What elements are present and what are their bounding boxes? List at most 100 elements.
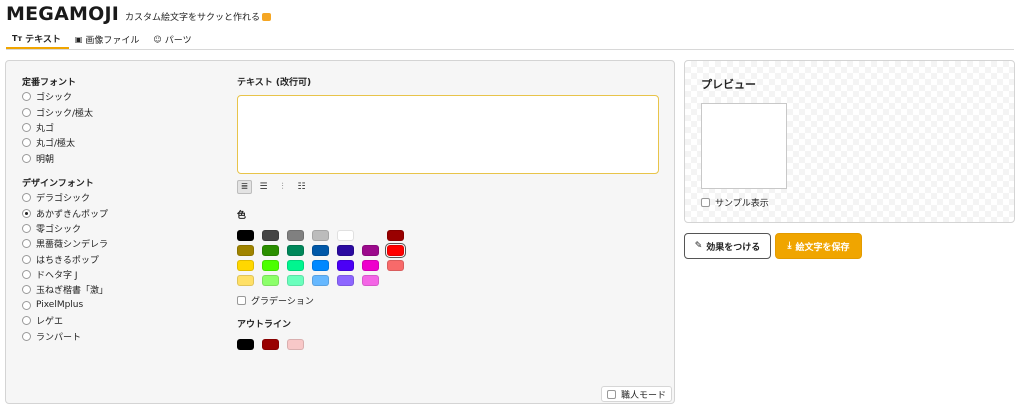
settings-panel: 定番フォント ゴシック ゴシック/極太 丸ゴ 丸ゴ/極太 明朝 デザインフォント デラゴ… bbox=[5, 60, 675, 404]
font-option-label: ランパート bbox=[36, 332, 82, 343]
tab-image-file[interactable]: ▣ 画像ファイル bbox=[69, 30, 148, 49]
font-option-label: 玉ねぎ楷書「激」 bbox=[36, 286, 109, 297]
color-swatch[interactable] bbox=[262, 260, 279, 271]
font-option[interactable]: 丸ゴ/極太 bbox=[22, 135, 222, 150]
color-swatch[interactable] bbox=[337, 260, 354, 271]
color-swatch[interactable] bbox=[362, 260, 379, 271]
font-option-label: あかずきんポップ bbox=[36, 209, 109, 220]
tab-label: テキスト bbox=[25, 35, 61, 45]
font-radio[interactable] bbox=[22, 107, 31, 117]
color-swatch[interactable] bbox=[337, 245, 354, 256]
preview-title: プレビュー bbox=[701, 78, 756, 91]
font-option[interactable]: 明朝 bbox=[22, 151, 222, 166]
font-radio[interactable] bbox=[22, 153, 31, 163]
color-swatch[interactable] bbox=[237, 245, 254, 256]
font-option[interactable]: デラゴシック bbox=[22, 190, 222, 205]
expert-mode-toggle[interactable]: 職人モード bbox=[600, 386, 672, 402]
color-swatch[interactable] bbox=[385, 243, 406, 258]
font-option[interactable]: あかずきんポップ bbox=[22, 205, 222, 220]
color-swatch[interactable] bbox=[287, 260, 304, 271]
standard-font-label: 定番フォント bbox=[22, 78, 77, 88]
gradient-checkbox[interactable] bbox=[237, 295, 246, 305]
font-option[interactable]: 黒薔薇シンデレラ bbox=[22, 236, 222, 251]
color-swatch[interactable] bbox=[262, 275, 279, 286]
color-swatch[interactable] bbox=[362, 245, 379, 256]
color-swatch[interactable] bbox=[362, 275, 379, 286]
font-option-label: 明朝 bbox=[36, 154, 55, 165]
font-option[interactable]: ゴシック/極太 bbox=[22, 104, 222, 119]
sample-display-checkbox[interactable] bbox=[701, 198, 710, 207]
font-option-label: はちきるポップ bbox=[36, 255, 99, 266]
font-option-label: 丸ゴ bbox=[36, 123, 55, 134]
font-radio[interactable] bbox=[22, 138, 31, 148]
tab-divider bbox=[6, 49, 1014, 50]
font-radio[interactable] bbox=[22, 254, 31, 264]
font-option[interactable]: ゴシック bbox=[22, 89, 222, 104]
sample-display-toggle[interactable]: サンプル表示 bbox=[701, 196, 769, 209]
color-swatch[interactable] bbox=[237, 260, 254, 271]
font-option[interactable]: はちきるポップ bbox=[22, 252, 222, 267]
color-swatch[interactable] bbox=[387, 230, 404, 241]
align-left-button[interactable]: ⫶ bbox=[275, 180, 290, 194]
font-option[interactable]: 玉ねぎ楷書「激」 bbox=[22, 282, 222, 297]
align-right-button[interactable]: ☷ bbox=[294, 180, 309, 194]
color-swatch[interactable] bbox=[387, 260, 404, 271]
expert-mode-checkbox[interactable] bbox=[606, 389, 616, 399]
design-font-list: デラゴシックあかずきんポップ 零ゴシック 黒薔薇シンデレラはちきるポップ ドヘタ字 J… bbox=[22, 190, 222, 344]
font-radio[interactable] bbox=[22, 331, 31, 341]
font-option[interactable]: 丸ゴ bbox=[22, 120, 222, 135]
font-radio[interactable] bbox=[22, 193, 31, 203]
color-swatch[interactable] bbox=[312, 230, 329, 241]
image-tab-icon: ▣ bbox=[74, 35, 83, 44]
color-swatch[interactable] bbox=[287, 275, 304, 286]
color-swatch[interactable] bbox=[337, 230, 354, 241]
app-logo: MEGAMOJI bbox=[6, 3, 119, 25]
gradient-toggle[interactable]: グラデーション bbox=[237, 293, 661, 307]
tab-parts[interactable]: ☺ パーツ bbox=[147, 30, 199, 49]
font-radio[interactable] bbox=[22, 208, 31, 218]
font-radio[interactable] bbox=[22, 285, 31, 295]
color-swatch[interactable] bbox=[287, 245, 304, 256]
font-radio[interactable] bbox=[22, 239, 31, 249]
font-radio[interactable] bbox=[22, 300, 31, 310]
color-swatch[interactable] bbox=[312, 275, 329, 286]
font-radio[interactable] bbox=[22, 270, 31, 280]
font-option-label: レゲエ bbox=[36, 317, 64, 328]
font-option[interactable]: ドヘタ字 J bbox=[22, 267, 222, 282]
tab-text[interactable]: Tт テキスト bbox=[6, 30, 69, 49]
font-option[interactable]: PixelMplus bbox=[22, 298, 222, 313]
color-swatch[interactable] bbox=[262, 230, 279, 241]
standard-font-list: ゴシック ゴシック/極太丸ゴ 丸ゴ/極太明朝 bbox=[22, 89, 222, 166]
outline-color-swatch[interactable] bbox=[262, 339, 279, 350]
text-tab-icon: Tт bbox=[12, 34, 23, 43]
outline-color-swatch[interactable] bbox=[237, 339, 254, 350]
add-effect-button[interactable]: ✎ 効果をつける bbox=[684, 233, 771, 259]
color-swatch[interactable] bbox=[287, 230, 304, 241]
align-justify-button[interactable]: ≣ bbox=[237, 180, 252, 194]
font-option-label: ゴシック bbox=[36, 93, 73, 104]
font-column: 定番フォント ゴシック ゴシック/極太 丸ゴ 丸ゴ/極太 明朝 デザインフォント デラゴ… bbox=[22, 75, 222, 344]
save-emoji-button[interactable]: ⤓ 絵文字を保存 bbox=[775, 233, 862, 259]
font-option[interactable]: 零ゴシック bbox=[22, 221, 222, 236]
font-option[interactable]: レゲエ bbox=[22, 313, 222, 328]
align-buttons: ≣ ☰ ⫶ ☷ bbox=[237, 180, 661, 194]
font-radio[interactable] bbox=[22, 122, 31, 132]
color-swatch[interactable] bbox=[312, 245, 329, 256]
magic-wand-icon: ✎ bbox=[694, 241, 703, 251]
outline-color-swatch[interactable] bbox=[287, 339, 304, 350]
align-center-button[interactable]: ☰ bbox=[256, 180, 271, 194]
color-swatch[interactable] bbox=[237, 275, 254, 286]
font-radio[interactable] bbox=[22, 316, 31, 326]
cat-emoji-icon bbox=[262, 13, 271, 21]
color-swatch[interactable] bbox=[337, 275, 354, 286]
outline-swatch-row bbox=[237, 339, 661, 350]
font-radio[interactable] bbox=[22, 223, 31, 233]
color-swatch[interactable] bbox=[312, 260, 329, 271]
color-swatch[interactable] bbox=[237, 230, 254, 241]
outline-label: アウトライン bbox=[237, 320, 292, 330]
swatch-spacer bbox=[362, 230, 379, 241]
text-input[interactable] bbox=[237, 95, 659, 174]
font-radio[interactable] bbox=[22, 92, 31, 102]
color-swatch[interactable] bbox=[262, 245, 279, 256]
font-option[interactable]: ランパート bbox=[22, 328, 222, 343]
